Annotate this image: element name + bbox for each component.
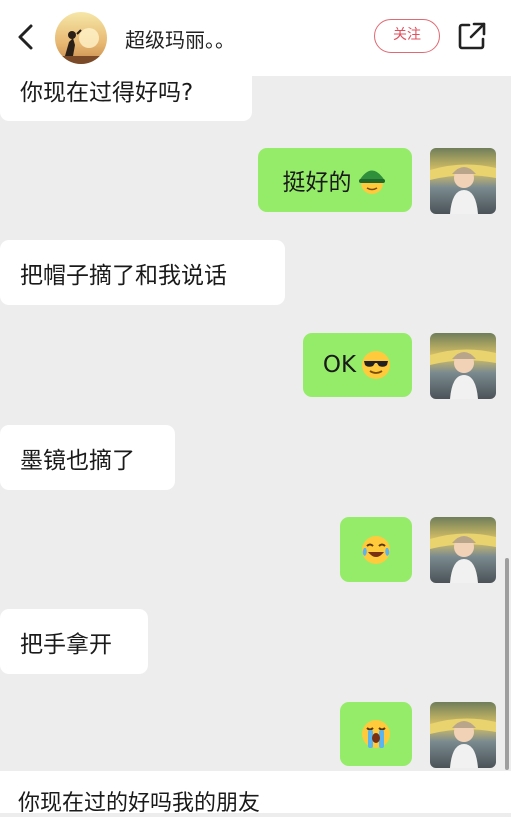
- contact-avatar[interactable]: [55, 12, 107, 64]
- message-bubble-received[interactable]: 把手拿开: [0, 609, 148, 674]
- green-helmet-emoji-icon: [358, 170, 385, 194]
- message-input-text: 你现在过的好吗我的朋友: [18, 791, 261, 816]
- message-text: 挺好的: [282, 170, 352, 196]
- chat-header: 超级玛丽。。 关注: [0, 0, 511, 76]
- tears-of-joy-emoji-icon: [362, 535, 390, 564]
- my-avatar[interactable]: [430, 148, 496, 214]
- message-text: OK: [322, 352, 357, 378]
- share-icon[interactable]: [456, 20, 488, 52]
- back-arrow-icon[interactable]: [12, 22, 40, 52]
- chat-scrollbar[interactable]: [505, 558, 509, 770]
- contact-name: 超级玛丽。。: [125, 28, 235, 52]
- message-bubble-sent[interactable]: 挺好的: [258, 148, 412, 212]
- message-input-bar[interactable]: 你现在过的好吗我的朋友: [0, 771, 511, 816]
- sunglasses-emoji-icon: [362, 351, 391, 379]
- message-text: 墨镜也摘了: [20, 447, 135, 474]
- message-bubble-received[interactable]: 墨镜也摘了: [0, 425, 175, 490]
- message-bubble-sent[interactable]: [340, 702, 412, 766]
- message-text: 把手拿开: [20, 631, 112, 658]
- my-avatar[interactable]: [430, 333, 496, 399]
- my-avatar[interactable]: [430, 517, 496, 583]
- message-bubble-received[interactable]: 把帽子摘了和我说话: [0, 240, 285, 305]
- message-bubble-sent[interactable]: [340, 517, 412, 582]
- my-avatar[interactable]: [430, 702, 496, 768]
- crying-emoji-icon: [362, 720, 390, 748]
- message-text: 把帽子摘了和我说话: [20, 262, 227, 289]
- message-bubble-sent[interactable]: OK: [303, 333, 412, 397]
- message-text: 你现在过得好吗?: [20, 79, 194, 106]
- follow-button[interactable]: 关注: [374, 19, 440, 53]
